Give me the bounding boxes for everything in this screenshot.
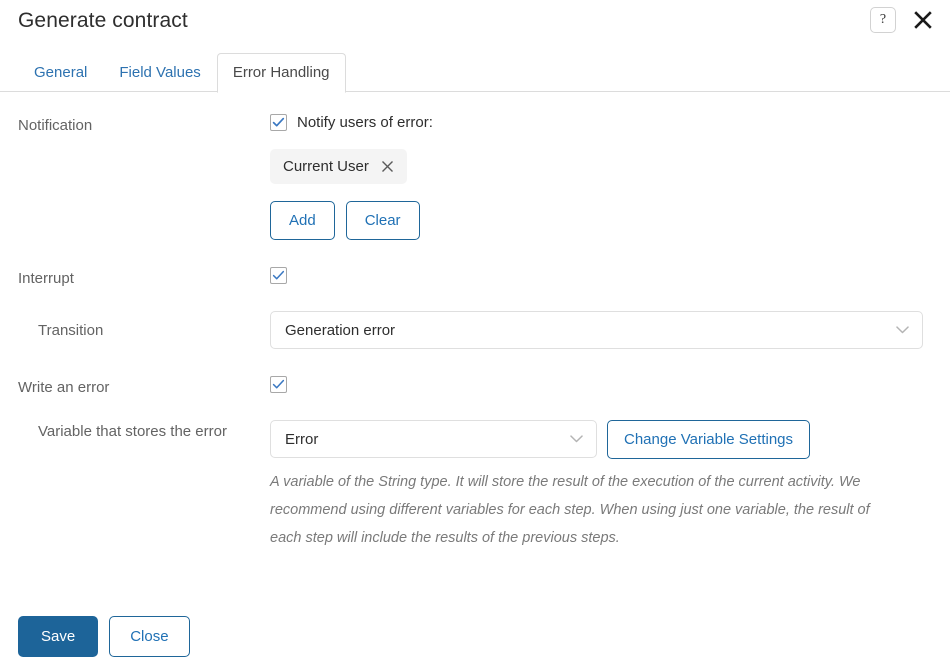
transition-label: Transition [38, 322, 104, 339]
close-button[interactable]: Close [109, 616, 190, 657]
interrupt-checkbox[interactable] [270, 267, 287, 285]
dialog-header: Generate contract ? [0, 0, 950, 46]
notify-users-line: Notify users of error: [270, 114, 932, 131]
checkmark-icon [272, 380, 285, 389]
close-dialog-button[interactable] [910, 7, 936, 33]
variable-hint-text: A variable of the String type. It will s… [270, 474, 870, 546]
help-button[interactable]: ? [870, 7, 896, 33]
close-icon [382, 161, 394, 172]
recipient-chip[interactable]: Current User [270, 149, 407, 184]
question-mark-icon: ? [879, 12, 887, 27]
error-handling-form: Notification Notify users of error: Curr… [0, 114, 950, 552]
variable-row: Variable that stores the error Error Cha… [0, 420, 950, 552]
write-error-control [270, 376, 932, 394]
interrupt-control [270, 267, 932, 285]
interrupt-label: Interrupt [18, 270, 74, 287]
transition-row: Transition Generation error [0, 311, 950, 349]
notification-row: Notification Notify users of error: Curr… [0, 114, 950, 240]
tab-bar: General Field Values Error Handling [0, 48, 950, 93]
save-button[interactable]: Save [18, 616, 99, 657]
write-error-label: Write an error [18, 379, 110, 396]
notify-users-checkbox[interactable] [270, 114, 287, 131]
chevron-down-icon [896, 322, 909, 339]
variable-select-value: Error [285, 430, 319, 448]
tab-general[interactable]: General [18, 53, 103, 92]
checkmark-icon [272, 271, 285, 280]
chevron-down-icon [570, 431, 583, 448]
notification-label: Notification [18, 117, 93, 134]
variable-select[interactable]: Error [270, 420, 597, 458]
interrupt-row: Interrupt [0, 267, 950, 289]
recipient-chip-remove-button[interactable] [381, 160, 395, 174]
close-icon [914, 11, 932, 29]
write-error-checkbox[interactable] [270, 376, 287, 394]
change-variable-settings-button[interactable]: Change Variable Settings [607, 420, 810, 459]
recipient-chip-list: Current User [270, 149, 932, 184]
transition-select[interactable]: Generation error [270, 311, 923, 349]
page-title: Generate contract [18, 9, 188, 32]
notification-control: Notify users of error: Current User Add … [270, 114, 932, 240]
recipient-chip-label: Current User [283, 158, 369, 175]
tab-field-values[interactable]: Field Values [103, 53, 216, 92]
transition-select-value: Generation error [285, 321, 396, 339]
transition-control: Generation error [270, 311, 932, 349]
header-actions: ? [870, 7, 936, 33]
checkmark-icon [272, 117, 285, 127]
dialog-footer: Save Close [18, 616, 190, 657]
add-recipient-button[interactable]: Add [270, 201, 335, 240]
variable-control: Error Change Variable Settings A variabl… [270, 420, 932, 552]
write-error-row: Write an error [0, 376, 950, 398]
notify-users-label: Notify users of error: [297, 114, 433, 131]
tab-error-handling[interactable]: Error Handling [216, 53, 346, 93]
notification-buttons: Add Clear [270, 201, 932, 240]
clear-recipients-button[interactable]: Clear [345, 201, 420, 240]
variable-label: Variable that stores the error [38, 423, 227, 440]
